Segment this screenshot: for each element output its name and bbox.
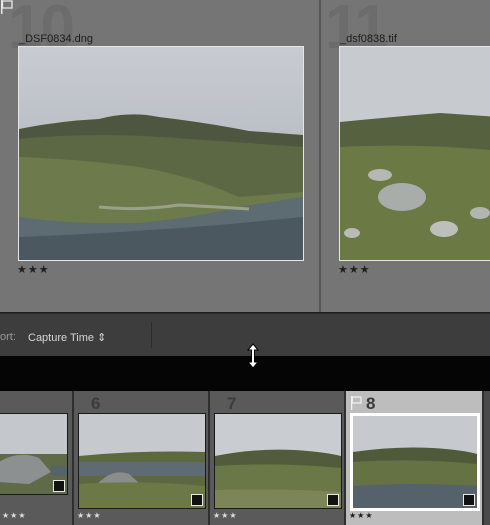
sort-label: ort:	[0, 331, 16, 343]
rating-stars[interactable]: ★★★	[349, 511, 374, 520]
develop-settings-icon	[463, 494, 475, 506]
filmstrip-cell[interactable]: ★★★	[0, 391, 72, 525]
filmstrip-cell-8-selected[interactable]: 8 ★★★	[346, 391, 482, 525]
grid-cell-10[interactable]: 10 _DSF0834.dng ★★★	[0, 0, 319, 312]
landscape-photo	[79, 414, 205, 508]
landscape-photo	[19, 47, 303, 260]
landscape-photo	[215, 414, 341, 508]
filmstrip-cell-7[interactable]: 7 ★★★	[210, 391, 344, 525]
rating-stars[interactable]: ★★★	[17, 263, 50, 276]
grid-cell-11[interactable]: 11 _dsf0838.tif ★★★	[321, 0, 490, 312]
filmstrip: ★★★ 6 ★★★ 7 ★★★ 8 ★★★	[0, 391, 490, 525]
landscape-photo	[340, 47, 490, 260]
sort-order-select[interactable]: Capture Time ⇕	[28, 331, 106, 344]
develop-settings-icon	[53, 480, 65, 492]
photo-thumbnail[interactable]	[339, 46, 490, 261]
flag-icon[interactable]	[350, 396, 362, 410]
rating-stars[interactable]: ★★★	[77, 511, 102, 520]
filmstrip-index-number: 6	[91, 394, 101, 413]
grid-toolbar: ort: Capture Time ⇕	[0, 313, 490, 356]
filmstrip-thumbnail[interactable]	[350, 413, 480, 511]
photo-thumbnail[interactable]	[18, 46, 304, 261]
cell-filename: _DSF0834.dng	[19, 33, 93, 45]
develop-settings-icon	[327, 494, 339, 506]
rating-stars[interactable]: ★★★	[213, 511, 238, 520]
filmstrip-thumbnail[interactable]	[78, 413, 206, 509]
rating-stars[interactable]: ★★★	[2, 511, 27, 520]
grid-view: 10 _DSF0834.dng ★★★ 11 _dsf0838.tif ★★★	[0, 0, 490, 312]
filmstrip-index-number: 8	[366, 394, 376, 413]
develop-settings-icon	[191, 494, 203, 506]
toolbar-separator	[151, 322, 152, 348]
rating-stars[interactable]: ★★★	[338, 263, 371, 276]
filmstrip-index-number: 7	[227, 394, 237, 413]
filmstrip-header-bar	[0, 356, 490, 391]
resize-cursor-icon[interactable]	[246, 343, 260, 369]
filmstrip-thumbnail[interactable]	[214, 413, 342, 509]
landscape-photo	[353, 416, 477, 508]
filmstrip-scroll-edge[interactable]	[484, 391, 490, 525]
filmstrip-cell-6[interactable]: 6 ★★★	[74, 391, 208, 525]
filmstrip-thumbnail[interactable]	[0, 413, 68, 495]
cell-filename: _dsf0838.tif	[340, 33, 397, 45]
